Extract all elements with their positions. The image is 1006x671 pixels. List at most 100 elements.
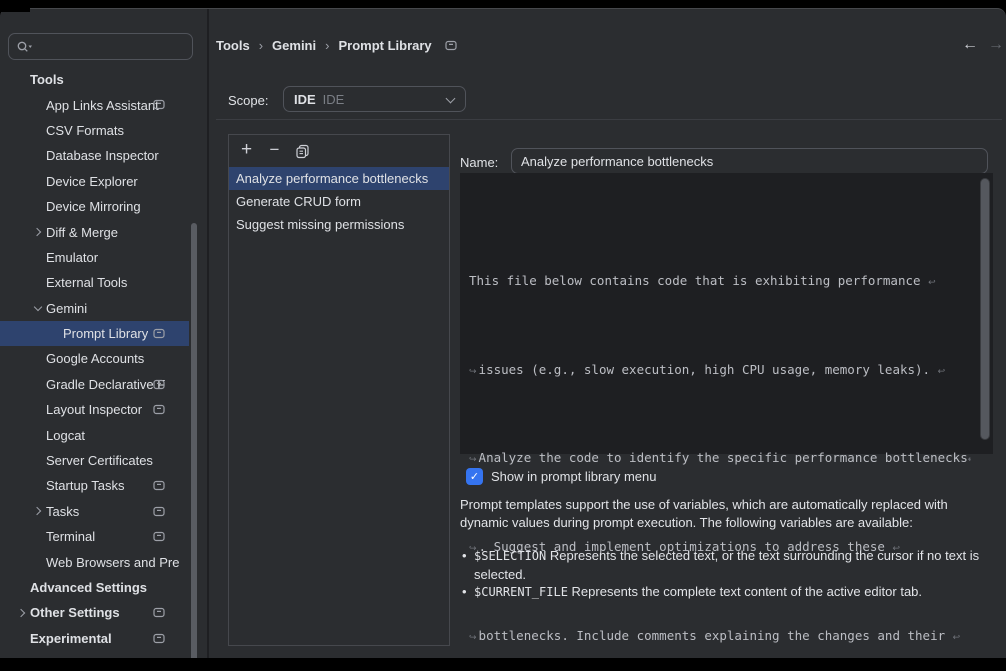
sidebar-item-label: Prompt Library [63,326,148,341]
settings-search[interactable] [8,33,193,60]
prompt-item-analyze-performance-bottlenecks[interactable]: Analyze performance bottlenecks [229,167,449,190]
chevron-icon[interactable] [30,376,46,392]
editor-line-text: This file below contains code that is ex… [469,273,928,288]
window-icon [153,404,165,415]
chevron-down-icon [445,94,455,104]
sidebar-item-google-accounts[interactable]: Google Accounts [0,346,189,371]
prompt-item-generate-crud-form[interactable]: Generate CRUD form [229,190,449,213]
variable-name: $CURRENT_FILE [474,585,568,599]
breadcrumb-prompt-library[interactable]: Prompt Library [338,38,431,53]
window-icon [445,40,457,51]
search-input[interactable] [38,39,185,54]
editor-scrollbar[interactable] [980,178,990,440]
sidebar-item-external-tools[interactable]: External Tools [0,270,189,295]
sidebar-item-other-settings[interactable]: Other Settings [0,600,189,625]
chevron-icon[interactable] [30,503,46,519]
sidebar-item-label: Gemini [46,301,87,316]
sidebar-item-server-certificates[interactable]: Server Certificates [0,448,189,473]
sidebar-item-diff-merge[interactable]: Diff & Merge [0,219,189,244]
chevron-icon[interactable] [30,300,46,316]
breadcrumb-gemini[interactable]: Gemini [272,38,316,53]
sidebar-item-label: Layout Inspector [46,402,142,417]
sidebar-item-label: Startup Tasks [46,478,125,493]
editor-line-text: Analyze the code to identify the specifi… [479,450,968,465]
duplicate-prompt-button[interactable] [290,139,315,163]
sidebar-scrollbar[interactable] [191,223,197,658]
variable-text: Represents the complete text content of … [568,584,922,599]
sidebar-item-logcat[interactable]: Logcat [0,422,189,447]
show-in-menu-label[interactable]: Show in prompt library menu [491,469,656,484]
prompt-list-toolbar: + − [229,135,449,167]
sidebar-item-terminal[interactable]: Terminal [0,524,189,549]
variable-item: $CURRENT_FILE Represents the complete te… [460,583,988,602]
sidebar-item-tools[interactable]: Tools [0,67,189,92]
checkmark-icon: ✓ [470,470,479,483]
sidebar-item-database-inspector[interactable]: Database Inspector [0,143,189,168]
screen-notch [0,0,30,12]
chevron-icon[interactable] [14,630,30,646]
chevron-icon[interactable] [30,199,46,215]
chevron-icon[interactable] [14,72,30,88]
editor-line: ↩Analyze the code to identify the specif… [469,447,971,469]
sidebar-item-csv-formats[interactable]: CSV Formats [0,118,189,143]
chevron-icon[interactable] [30,97,46,113]
chevron-icon[interactable] [30,478,46,494]
sidebar-item-label: Google Accounts [46,351,144,366]
editor-line-text: bottlenecks. Include comments explaining… [479,628,953,643]
sidebar-item-tasks[interactable]: Tasks [0,499,189,524]
prompt-editor[interactable]: ↩This file below contains code that is e… [460,173,993,454]
chevron-icon[interactable] [30,173,46,189]
sidebar-item-gemini[interactable]: Gemini [0,296,189,321]
sidebar-item-gradle-declarative-f[interactable]: Gradle Declarative F [0,372,189,397]
chevron-icon[interactable] [30,554,46,570]
editor-line: ↩issues (e.g., slow execution, high CPU … [469,359,971,381]
sidebar-item-label: App Links Assistant [46,98,159,113]
forward-button[interactable]: → [988,36,1004,54]
chevron-icon[interactable] [30,351,46,367]
sidebar-item-label: Diff & Merge [46,225,118,240]
sidebar-item-emulator[interactable]: Emulator [0,245,189,270]
prompt-template-panel: + − Analyze performance bottlenecks Gene… [228,134,450,646]
chevron-icon[interactable] [30,224,46,240]
softwrap-icon: ↩ [469,627,477,649]
chevron-icon[interactable] [14,605,30,621]
chevron-icon[interactable] [30,249,46,265]
chevron-icon[interactable] [14,580,30,596]
sidebar-item-label: Server Certificates [46,453,153,468]
chevron-icon[interactable] [30,427,46,443]
sidebar-item-label: Device Mirroring [46,199,141,214]
prompt-item-suggest-missing-permissions[interactable]: Suggest missing permissions [229,213,449,236]
chevron-icon[interactable] [30,275,46,291]
breadcrumb-tools[interactable]: Tools [216,38,250,53]
chevron-icon[interactable] [47,326,63,342]
name-label: Name: [460,155,498,170]
sidebar-item-device-mirroring[interactable]: Device Mirroring [0,194,189,219]
sidebar-item-app-links-assistant[interactable]: App Links Assistant [0,92,189,117]
search-icon[interactable] [16,40,34,54]
chevron-icon[interactable] [30,122,46,138]
sidebar-item-label: Database Inspector [46,148,159,163]
remove-prompt-button[interactable]: − [262,139,287,163]
scope-select[interactable]: IDE IDE [283,86,466,112]
sidebar-item-advanced-settings[interactable]: Advanced Settings [0,575,189,600]
prompt-name-input[interactable] [511,148,988,174]
breadcrumb: Tools › Gemini › Prompt Library [216,38,457,53]
sidebar-item-experimental[interactable]: Experimental [0,626,189,651]
back-button[interactable]: ← [962,36,978,54]
sidebar-item-startup-tasks[interactable]: Startup Tasks [0,473,189,498]
scope-label: Scope: [228,93,268,108]
show-in-menu-checkbox[interactable]: ✓ [466,468,483,485]
chevron-icon[interactable] [30,402,46,418]
sidebar-item-layout-inspector[interactable]: Layout Inspector [0,397,189,422]
chevron-icon[interactable] [30,529,46,545]
chevron-icon[interactable] [30,148,46,164]
sidebar-item-label: Advanced Settings [30,580,147,595]
add-prompt-button[interactable]: + [234,139,259,163]
variable-item: $SELECTION Represents the selected text,… [460,547,988,583]
scope-value: IDE [294,92,316,107]
sidebar-item-device-explorer[interactable]: Device Explorer [0,169,189,194]
sidebar-item-web-browsers-and-pre[interactable]: Web Browsers and Pre [0,549,189,574]
sidebar-item-prompt-library[interactable]: Prompt Library [0,321,189,346]
softwrap-icon: ↩ [928,278,936,288]
chevron-icon[interactable] [30,453,46,469]
